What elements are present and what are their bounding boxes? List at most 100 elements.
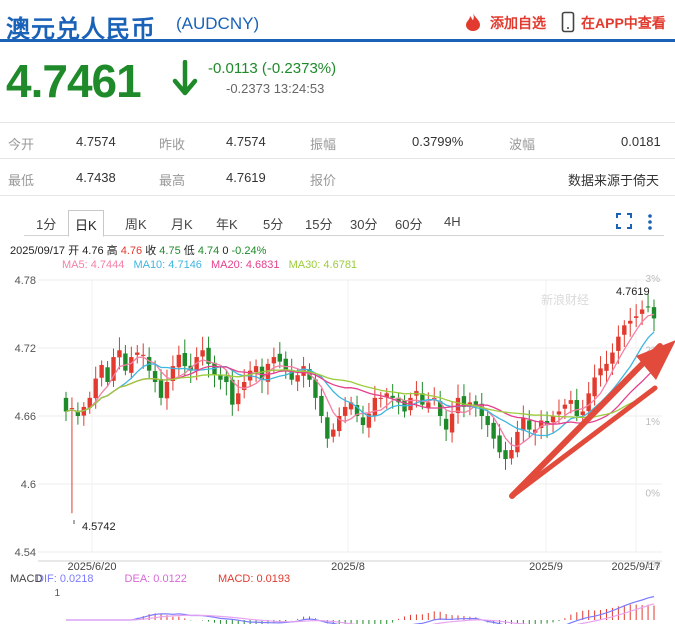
candle-body — [63, 397, 69, 412]
candle-body — [372, 397, 378, 416]
macd-tick: 1 — [54, 588, 60, 599]
pct-tick-label: 1% — [646, 417, 661, 428]
candle-body — [556, 411, 562, 415]
candle-body — [277, 353, 283, 362]
current-price: 4.7461 — [6, 55, 142, 107]
tab-yearly[interactable]: 年K — [216, 214, 238, 233]
price-change: -0.0113 (-0.2373%) — [208, 60, 337, 77]
candle-body — [164, 382, 170, 399]
candle-body — [99, 365, 104, 378]
stats-row-2: 最低 4.7438 最高 4.7619 报价 数据来源于倚天 — [0, 159, 675, 196]
macd-legend: MACD DIF: 0.0218 DEA: 0.0122 MACD: 0.019… — [10, 573, 298, 585]
more-icon[interactable] — [646, 213, 654, 231]
candle-body — [497, 435, 502, 453]
candlestick-chart[interactable]: 4.784.724.664.64.543%2%1%0%-1%-2%2025/6/… — [0, 268, 675, 624]
candle-body — [141, 354, 146, 356]
tab-5min[interactable]: 5分 — [263, 214, 283, 233]
low-value: 4.7438 — [76, 170, 116, 185]
amplitude-label: 振幅 — [310, 137, 337, 152]
info-open: 4.76 — [82, 245, 104, 257]
flame-icon[interactable] — [462, 11, 484, 31]
candle-body — [105, 367, 110, 382]
fullscreen-icon[interactable] — [616, 213, 632, 229]
candle-body — [123, 353, 128, 371]
info-low: 4.74 — [197, 245, 220, 257]
candle-body — [200, 350, 205, 357]
data-source: 数据来源于倚天 — [568, 173, 660, 188]
tab-60min[interactable]: 60分 — [395, 214, 422, 233]
candle-body — [645, 306, 651, 308]
candle-body — [503, 450, 508, 460]
add-watchlist-button[interactable]: 添加自选 — [490, 13, 546, 33]
macd-dea: DEA: 0.0122 — [124, 573, 187, 585]
tab-weekly[interactable]: 周K — [125, 214, 147, 233]
candle-body — [550, 416, 556, 423]
range-value: 0.0181 — [621, 134, 661, 149]
candle-body — [283, 358, 288, 371]
header: 澳元兑人民币 (AUDCNY) 添加自选 在APP中查看 — [0, 0, 675, 43]
candle-body — [331, 429, 336, 437]
min-price-label: 4.5742 — [82, 521, 116, 533]
candle-body — [93, 378, 98, 399]
candle-body — [360, 417, 366, 426]
candle-body — [574, 400, 579, 416]
watermark: 新浪财经 — [541, 292, 589, 307]
info-pct: -0.24% — [231, 245, 267, 257]
candle-info: 2025/09/17 开 4.76 高 4.76 收 4.75 低 4.74 0… — [10, 245, 267, 257]
down-arrow-icon — [172, 60, 198, 96]
candle-body — [592, 377, 597, 397]
candle-body — [598, 368, 603, 376]
candle-body — [491, 422, 496, 439]
y-tick-label: 4.78 — [15, 275, 36, 287]
amplitude-value: 0.3799% — [412, 134, 464, 149]
tab-15min[interactable]: 15分 — [305, 214, 332, 233]
period-tabs: 1分 日K 周K 月K 年K 5分 15分 30分 60分 4H — [24, 210, 664, 237]
candle-body — [135, 352, 140, 355]
candle-body — [224, 376, 229, 382]
tab-daily[interactable]: 日K — [68, 210, 104, 237]
open-label: 今开 — [8, 137, 35, 152]
pct-tick-label: 0% — [646, 489, 661, 500]
candle-body — [325, 417, 330, 439]
macd-value: MACD: 0.0193 — [217, 573, 291, 585]
candle-body — [295, 375, 300, 382]
candle-body — [236, 393, 241, 405]
candle-body — [449, 413, 455, 433]
max-price-label: 4.7619 — [616, 286, 650, 298]
candle-body — [473, 401, 479, 405]
tab-1min[interactable]: 1分 — [36, 214, 56, 233]
candle-body — [271, 357, 277, 364]
y-tick-label: 4.72 — [15, 343, 36, 355]
stats-table: 今开 4.7574 昨收 4.7574 振幅 0.3799% 波幅 0.0181… — [0, 122, 675, 196]
tab-30min[interactable]: 30分 — [350, 214, 377, 233]
candle-body — [152, 371, 158, 382]
y-tick-label: 4.54 — [15, 547, 36, 559]
prev-close-label: 昨收 — [159, 137, 186, 152]
candle-body — [485, 416, 490, 426]
candle-body — [509, 450, 514, 459]
x-tick-label: 2025/6/20 — [68, 561, 117, 573]
pct-tick-label: 3% — [646, 274, 661, 285]
candle-body — [443, 418, 449, 430]
candle-body — [521, 418, 526, 431]
candle-body — [610, 352, 615, 364]
candle-body — [568, 400, 574, 404]
phone-icon[interactable] — [561, 11, 575, 33]
candle-body — [69, 408, 75, 410]
x-tick-label: 2025/8 — [331, 561, 365, 573]
info-date: 2025/09/17 — [10, 245, 66, 257]
tab-4h[interactable]: 4H — [444, 214, 461, 229]
open-app-button[interactable]: 在APP中查看 — [581, 13, 666, 33]
candle-body — [515, 431, 520, 453]
x-tick-label: 2025/9/17 — [612, 561, 661, 573]
candle-body — [527, 420, 532, 430]
open-value: 4.7574 — [76, 134, 116, 149]
tab-monthly[interactable]: 月K — [171, 214, 193, 233]
info-close: 4.75 — [159, 245, 181, 257]
symbol-code: (AUDCNY) — [176, 14, 260, 33]
candle-body — [651, 307, 657, 319]
page-title: 澳元兑人民币 — [6, 16, 156, 43]
candle-body — [182, 353, 187, 367]
macd-dif: DIF: 0.0218 — [36, 573, 94, 585]
candle-body — [158, 379, 164, 398]
